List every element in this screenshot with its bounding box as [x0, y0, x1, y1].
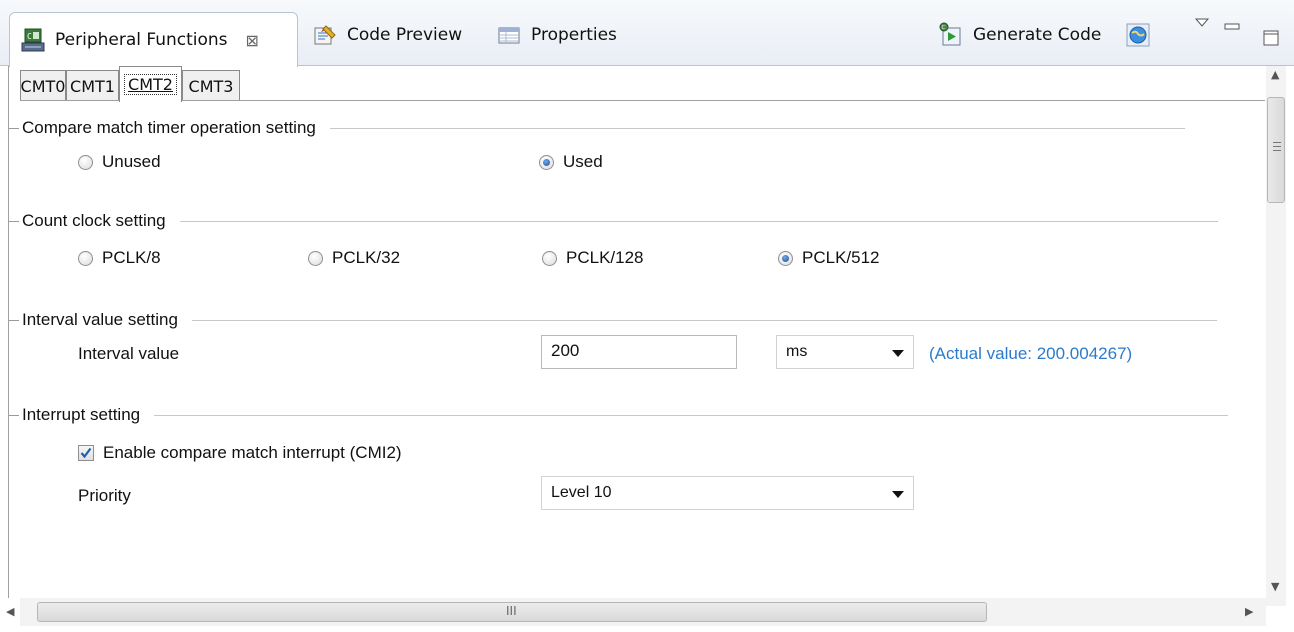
chevron-down-icon: [892, 350, 904, 357]
group-operation-setting: Compare match timer operation setting: [9, 118, 1185, 138]
tab-label: Peripheral Functions: [55, 30, 228, 50]
svg-text:C: C: [942, 25, 946, 31]
generate-code-icon: C: [938, 22, 964, 48]
divider: [191, 319, 1217, 321]
radio-button-icon[interactable]: [778, 250, 793, 266]
tab-underline: [20, 100, 1265, 101]
checkbox-box[interactable]: [78, 445, 94, 461]
divider: [154, 414, 1229, 416]
divider: [179, 220, 1218, 222]
tab-label: CMT3: [188, 76, 234, 96]
group-title: Interrupt setting: [22, 405, 141, 424]
group-interrupt: Interrupt setting: [9, 405, 1229, 425]
code-preview-icon: [312, 22, 338, 48]
divider: [9, 127, 19, 129]
tab-cmt3[interactable]: CMT3: [182, 70, 240, 101]
priority-label: Priority: [78, 486, 131, 505]
radio-label: PCLK/512: [802, 248, 880, 267]
radio-label: PCLK/8: [102, 248, 161, 267]
enable-cmi2-checkbox[interactable]: Enable compare match interrupt (CMI2): [78, 443, 402, 463]
scroll-up-icon[interactable]: ▲: [1271, 68, 1279, 81]
generate-code-label: Generate Code: [973, 25, 1102, 45]
scroll-right-icon[interactable]: ▶: [1245, 605, 1253, 618]
scroll-left-icon[interactable]: ◀: [6, 605, 14, 618]
radio-button-icon[interactable]: [308, 250, 323, 266]
minimize-icon[interactable]: [1224, 22, 1240, 32]
tab-cmt0[interactable]: CMT0: [20, 70, 66, 101]
svg-text:C: C: [27, 32, 32, 41]
group-title: Count clock setting: [22, 211, 166, 230]
radio-button-icon[interactable]: [542, 250, 557, 266]
close-tab-icon[interactable]: ⊠: [246, 31, 259, 50]
priority-select[interactable]: Level 10: [541, 476, 914, 510]
interval-unit-select[interactable]: ms: [776, 335, 914, 369]
interval-value-label: Interval value: [78, 344, 180, 363]
tab-label: CMT2: [124, 74, 177, 95]
grip-icon: [1273, 142, 1281, 143]
divider: [9, 220, 19, 222]
vertical-scroll-thumb[interactable]: [1267, 97, 1285, 203]
generate-code-button[interactable]: C Generate Code: [938, 10, 1101, 60]
tab-label: Code Preview: [347, 25, 463, 45]
vertical-scrollbar[interactable]: ▲ ▼: [1266, 66, 1286, 606]
horizontal-scroll-thumb[interactable]: III: [37, 602, 987, 622]
grip-icon: [1273, 150, 1281, 151]
radio-pclk-8[interactable]: PCLK/8: [78, 248, 161, 268]
tab-cmt2[interactable]: CMT2: [119, 66, 182, 102]
tab-properties[interactable]: Properties: [496, 10, 617, 60]
radio-used[interactable]: Used: [539, 152, 603, 172]
radio-pclk-32[interactable]: PCLK/32: [308, 248, 400, 268]
peripheral-functions-icon: C: [20, 27, 46, 53]
tab-label: Properties: [531, 25, 617, 45]
properties-icon: [496, 22, 522, 48]
group-title: Interval value setting: [22, 310, 178, 329]
grip-icon: [1273, 146, 1281, 147]
actual-value-text: (Actual value: 200.004267): [929, 344, 1133, 363]
radio-label: Unused: [102, 152, 161, 171]
select-value: Level 10: [551, 484, 612, 501]
view-menu-icon[interactable]: [1194, 16, 1210, 30]
divider: [9, 414, 19, 416]
view-tab-bar: C Peripheral Functions ⊠ Code Preview Pr…: [0, 0, 1294, 67]
cmt-settings-panel: CMT0 CMT1 CMT2 CMT3 Compare match timer …: [8, 66, 1266, 598]
tab-peripheral-functions[interactable]: C Peripheral Functions ⊠: [9, 12, 298, 67]
tab-label: CMT1: [70, 76, 115, 96]
radio-label: PCLK/128: [566, 248, 644, 267]
radio-button-icon[interactable]: [78, 154, 93, 170]
tab-cmt1[interactable]: CMT1: [66, 70, 119, 101]
select-value: ms: [786, 343, 808, 360]
radio-pclk-512[interactable]: PCLK/512: [778, 248, 880, 268]
radio-button-icon[interactable]: [78, 250, 93, 266]
radio-pclk-128[interactable]: PCLK/128: [542, 248, 644, 268]
horizontal-scrollbar[interactable]: ◀ III ▶: [6, 598, 1266, 626]
maximize-icon[interactable]: [1262, 29, 1280, 47]
globe-icon[interactable]: [1124, 21, 1152, 49]
radio-label: Used: [563, 152, 603, 171]
grip-icon: III: [506, 604, 517, 618]
group-count-clock: Count clock setting: [9, 211, 1218, 231]
radio-button-icon[interactable]: [539, 154, 554, 170]
tab-code-preview[interactable]: Code Preview: [312, 10, 462, 60]
tab-label: CMT0: [20, 76, 66, 96]
checkbox-label: Enable compare match interrupt (CMI2): [103, 443, 402, 462]
divider: [9, 319, 19, 321]
radio-label: PCLK/32: [332, 248, 401, 267]
chevron-down-icon: [892, 491, 904, 498]
check-mark-icon: [80, 447, 92, 459]
radio-unused[interactable]: Unused: [78, 152, 161, 172]
group-title: Compare match timer operation setting: [22, 118, 316, 137]
divider: [329, 127, 1185, 129]
scroll-down-icon[interactable]: ▼: [1271, 580, 1279, 593]
interval-value-input[interactable]: 200: [541, 335, 737, 369]
group-interval: Interval value setting: [9, 310, 1217, 330]
